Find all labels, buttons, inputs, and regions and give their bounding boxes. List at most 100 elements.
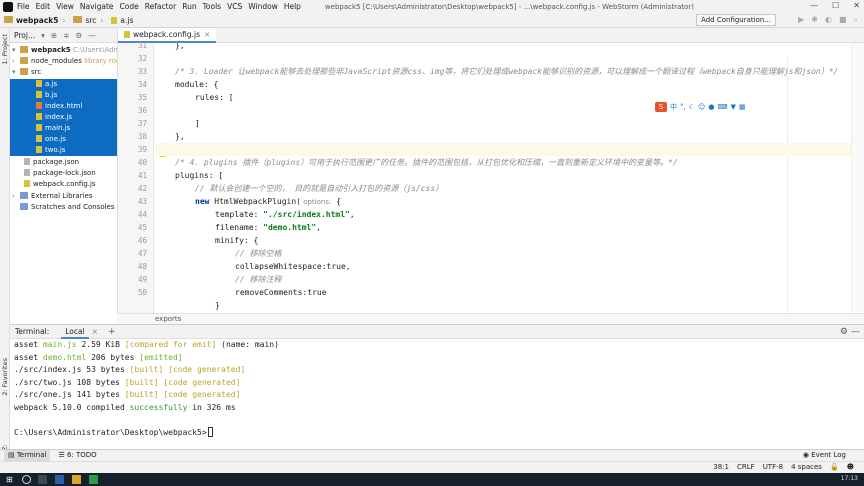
menu-refactor[interactable]: Refactor [145,2,176,11]
menu-help[interactable]: Help [284,2,301,11]
inspector-icon[interactable]: ☻ [847,462,854,473]
code-line-comment: // 移除注释 [235,275,282,284]
breadcrumb-project[interactable]: webpack5 [4,15,58,25]
tree-item-index-js[interactable]: index.js [10,112,117,123]
menu-navigate[interactable]: Navigate [80,2,114,11]
menu-code[interactable]: Code [120,2,139,11]
tree-item-node-modules[interactable]: ›node_modules library root [10,56,117,67]
line-separator[interactable]: CRLF [737,462,755,473]
project-tool-button[interactable]: 1: Project [1,34,9,65]
hide-icon[interactable]: — [88,31,96,40]
tree-item-one-js[interactable]: one.js [10,134,117,145]
tree-item-b-js[interactable]: b.js [10,90,117,101]
file-encoding[interactable]: UTF-8 [763,462,783,473]
webstorm-task-icon[interactable] [55,475,64,484]
project-view-selector[interactable]: Proj... [14,31,35,40]
json-file-icon [24,169,30,176]
close-tab-icon[interactable]: × [204,28,210,41]
debug-icon[interactable]: ✱ [811,15,818,25]
tree-item-webpack-config-js[interactable]: webpack.config.js [10,179,117,190]
todo-tool-button[interactable]: ☰ 6: TODO [54,450,100,461]
line-number: 42 [137,184,147,193]
tree-item-webpack5[interactable]: ▾webpack5 C:\Users\Administra [10,45,117,56]
tab-local[interactable]: Local [61,325,89,339]
terminal-text: in 326 ms [187,402,236,412]
event-log-button[interactable]: ◉ Event Log [803,450,846,461]
ime-mic-icon[interactable]: ● [708,103,714,111]
breadcrumb-file[interactable]: a.js [111,16,133,25]
ime-emoji-icon[interactable]: ☺ [698,103,705,111]
terminal-text: ./src/one.js 141 bytes [14,390,125,400]
hide-icon[interactable]: — [851,327,860,337]
terminal-output[interactable]: asset main.js 2.59 KiB [compared for emi… [10,339,864,449]
tree-item-index-html[interactable]: index.html [10,101,117,112]
tree-item-two-js[interactable]: two.js [10,145,117,156]
ime-chinese-icon[interactable]: 中 [670,102,677,112]
locate-icon[interactable]: ⊕ [51,31,57,40]
tree-item-a-js[interactable]: a.js [10,79,117,90]
windows-start-icon[interactable]: ⊞ [6,475,15,484]
minimize-icon[interactable]: — [810,1,818,10]
menu-view[interactable]: View [56,2,74,11]
current-line [155,143,864,156]
search-icon[interactable]: ⌕ [854,15,858,25]
indent-setting[interactable]: 4 spaces [791,462,822,473]
tree-item-external-libraries[interactable]: › External Libraries [10,191,117,202]
tree-item-scratches[interactable]: Scratches and Consoles [10,202,117,213]
ime-shirt-icon[interactable]: ▼ [731,103,736,111]
terminal-text: (name: main) [216,340,279,349]
vertical-scrollbar[interactable] [851,43,864,313]
line-number: 37 [137,119,147,128]
explorer-task-icon[interactable] [72,475,81,484]
chevron-down-icon[interactable]: ▾ [41,31,45,40]
close-icon[interactable]: ✕ [853,1,860,10]
tree-item-src[interactable]: ▾ src [10,67,117,78]
menu-edit[interactable]: Edit [36,2,51,11]
task-view-icon[interactable] [38,475,47,484]
terminal-tool-button[interactable]: ▤ Terminal [4,450,51,461]
ime-punctuation-icon[interactable]: °, [680,103,686,111]
tree-item-package-lock-json[interactable]: package-lock.json [10,168,117,179]
app-task-icon[interactable] [89,475,98,484]
line-number: 39 [137,145,147,154]
gear-icon[interactable]: ⚙ [840,327,848,337]
status-tag: [built] [129,365,164,375]
menu-run[interactable]: Run [182,2,196,11]
code-breadcrumb[interactable]: exports [117,313,864,324]
close-tab-icon[interactable]: × [92,327,98,336]
status-tag: [compared for emit] [124,340,217,349]
scratches-icon [20,203,28,210]
add-configuration-button[interactable]: Add Configuration... [696,14,776,26]
gear-icon[interactable]: ⚙ [76,31,83,40]
tree-item-package-json[interactable]: package.json [10,157,117,168]
code-line-comment: // 移除空格 [235,249,282,258]
menu-tools[interactable]: Tools [203,2,221,11]
run-icon[interactable]: ▶ [798,15,804,25]
js-file-icon [36,146,42,153]
ime-grid-icon[interactable]: ▦ [739,103,746,111]
favorites-tool-button[interactable]: 2: Favorites [1,358,9,396]
sogou-logo-icon[interactable]: S [655,101,667,112]
menu-window[interactable]: Window [248,2,278,11]
code-token: , [349,210,355,219]
caret-position[interactable]: 38:1 [713,462,729,473]
collapse-icon[interactable]: ≑ [63,31,69,40]
terminal-title: Terminal: [15,327,50,336]
ime-moon-icon[interactable]: ☾ [689,103,695,111]
code-area[interactable]: }, /* 3. Loader 让webpack能够去处理那些非JavaScri… [155,43,864,323]
breadcrumb-src[interactable]: src [73,15,96,25]
tree-item-main-js[interactable]: main.js [10,123,117,134]
lock-icon[interactable]: 🔓 [830,462,839,473]
tab-webpack-config[interactable]: webpack.config.js × [118,27,217,43]
new-terminal-icon[interactable]: + [108,327,116,337]
terminal-prompt-line[interactable]: C:\Users\Administrator\Desktop\webpack5> [14,427,864,440]
terminal-text: asset [14,340,43,349]
stop-icon[interactable]: ■ [839,15,847,25]
ime-keyboard-icon[interactable]: ⌨ [717,103,727,111]
system-clock[interactable]: 17:13 [841,475,858,482]
maximize-icon[interactable]: ☐ [832,1,839,10]
search-icon[interactable] [22,475,31,484]
coverage-icon[interactable]: ◐ [825,15,832,25]
menu-file[interactable]: File [17,2,30,11]
menu-vcs[interactable]: VCS [227,2,242,11]
